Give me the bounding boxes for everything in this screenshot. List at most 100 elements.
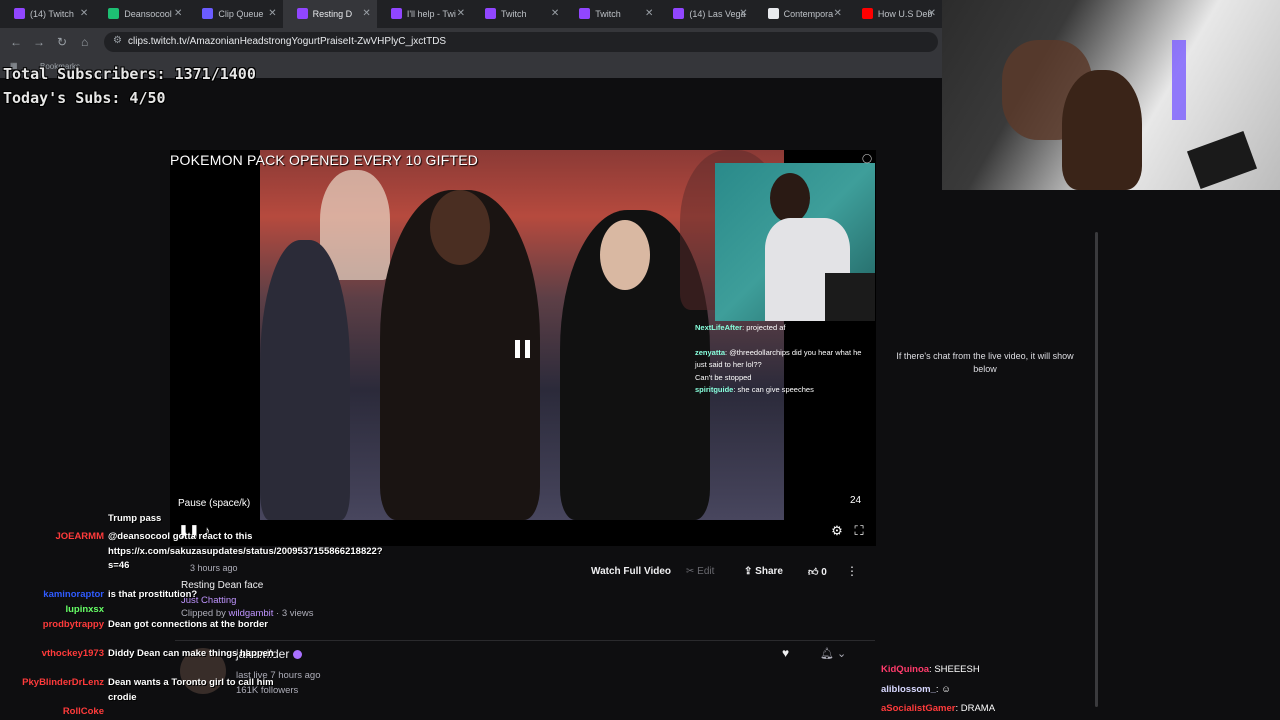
chat-info-message: If there's chat from the live video, it … [896, 351, 1074, 374]
browser-tab[interactable]: (14) Las Vega ✕ [659, 0, 753, 28]
chat-message: DRAMA [960, 703, 996, 714]
tab-favicon-icon [485, 8, 497, 19]
overlay-chat-line: prodbytrappy Dean got connections at the … [0, 618, 280, 633]
close-tab-icon[interactable]: ✕ [80, 8, 88, 19]
tab-label: Clip Queue [218, 9, 264, 19]
browser-tab[interactable]: How U.S Deb ✕ [848, 0, 942, 28]
share-button[interactable]: ⇪ Share [744, 566, 783, 577]
close-tab-icon[interactable]: ✕ [362, 8, 370, 19]
overlay-chat-line: JOEARMM @deansocool gotta react to this h… [0, 530, 382, 571]
browser-tab[interactable]: (14) Twitch ✕ [0, 0, 94, 28]
tab-favicon-icon [296, 8, 308, 19]
tab-favicon-icon [767, 8, 779, 19]
close-tab-icon[interactable]: ✕ [645, 8, 653, 19]
overlay-chat-username: vthockey1973 [41, 648, 104, 659]
tab-favicon-icon [108, 8, 120, 19]
tab-label: Deansocool [124, 9, 172, 19]
edit-button[interactable]: ✂ Edit [686, 566, 714, 577]
browser-tab[interactable]: Deansocool ✕ [94, 0, 188, 28]
overlay-chat-username: RollCoke [62, 706, 104, 717]
more-options-icon[interactable]: ⋮ [846, 564, 858, 578]
close-tab-icon[interactable]: ✕ [928, 8, 936, 19]
thumbs-up-icon: 👍︎ [808, 567, 819, 578]
video-chat-overlay: NextLifeAfter: projected af zenyatta: @t… [695, 323, 862, 394]
tab-favicon-icon [390, 8, 402, 19]
tab-label: (14) Twitch [30, 9, 74, 19]
tab-favicon-icon [579, 8, 591, 19]
browser-tab[interactable]: Twitch ✕ [565, 0, 659, 28]
overlay-chat-message: @deansocool gotta react to this https://… [108, 531, 383, 571]
tab-label: I'll help - Twi [406, 9, 456, 19]
close-tab-icon[interactable]: ✕ [739, 8, 747, 19]
chat-username[interactable]: KidQuinoa [881, 664, 929, 675]
tab-label: Contempora [783, 9, 834, 19]
chat-scrollbar[interactable] [1095, 232, 1098, 707]
notifications-bell-icon[interactable]: 🔔︎ ⌄ [820, 647, 846, 660]
tab-label: Twitch [595, 9, 621, 19]
streamer-webcam [942, 0, 1280, 190]
chat-username[interactable]: aliblossom_ [881, 684, 936, 695]
pokemon-banner: POKEMON PACK OPENED EVERY 10 GIFTED [170, 152, 479, 168]
follow-heart-icon[interactable]: ♥ [782, 646, 789, 660]
emote-icon: ☺ [941, 684, 951, 695]
url-text: clips.twitch.tv/AmazonianHeadstrongYogur… [128, 36, 447, 47]
share-label: Share [755, 566, 783, 577]
tab-label: Resting D [312, 9, 353, 19]
scissors-icon: ✂ [686, 566, 695, 577]
streamer-webcam-inset [715, 163, 875, 321]
overlay-chat-username: lupinxsx [65, 604, 104, 615]
like-count: 0 [821, 567, 827, 578]
streamer-figure [1062, 70, 1142, 190]
browser-tab[interactable]: Resting D ✕ [282, 0, 377, 28]
video-counter: 24 [850, 495, 862, 506]
chat-message: SHEEESH [934, 664, 980, 675]
tab-label: How U.S Deb [877, 9, 933, 19]
overlay-chat-username: kaminoraptor [43, 589, 104, 600]
overlay-chat-username: JOEARMM [55, 531, 104, 542]
browser-tab[interactable]: Twitch ✕ [471, 0, 565, 28]
browser-tab[interactable]: I'll help - Twi ✕ [377, 0, 471, 28]
pause-tooltip: Pause (space/k) [178, 498, 251, 509]
fullscreen-icon[interactable]: ⛶ [852, 524, 866, 538]
verified-badge-icon [293, 650, 303, 660]
overlay-chat-username: prodbytrappy [42, 619, 104, 630]
tab-favicon-icon [14, 8, 25, 19]
overlay-chat-message: is that prostitution? [108, 589, 198, 600]
info-icon[interactable]: ◯ [862, 153, 872, 164]
home-icon[interactable]: ⌂ [81, 35, 88, 49]
pause-icon[interactable] [515, 340, 531, 358]
overlay-chat-message: Dean got connections at the border [108, 619, 268, 630]
divider [175, 640, 875, 641]
close-tab-icon[interactable]: ✕ [833, 8, 841, 19]
edit-label: Edit [697, 566, 715, 577]
tab-label: Twitch [501, 9, 527, 19]
share-icon: ⇪ [744, 566, 753, 577]
watch-full-video-button[interactable]: Watch Full Video [583, 561, 679, 583]
back-icon[interactable]: ← [10, 35, 22, 49]
browser-tab[interactable]: Contempora ✕ [754, 0, 848, 28]
overlay-chat-line: RollCoke [0, 705, 280, 720]
right-chat-line: aSocialistGamer: DRAMA [881, 703, 996, 714]
right-chat-line: aliblossom_: ☺ [881, 684, 951, 695]
like-button[interactable]: 👍︎ 0 [808, 566, 827, 578]
browser-tab[interactable]: Clip Queue ✕ [188, 0, 282, 28]
close-tab-icon[interactable]: ✕ [551, 8, 559, 19]
video-player[interactable]: NextLifeAfter: projected af zenyatta: @t… [170, 150, 876, 546]
overlay-chat-message: Diddy Dean can make things happen [108, 648, 274, 659]
close-tab-icon[interactable]: ✕ [174, 8, 182, 19]
today-subs: Today's Subs: 4/50 [3, 89, 166, 107]
overlay-chat-message: Trump pass [108, 513, 162, 524]
settings-gear-icon[interactable]: ⚙ [830, 524, 844, 538]
overlay-chat-line: lupinxsx [0, 603, 280, 618]
reload-icon[interactable]: ↻ [57, 35, 67, 49]
forward-icon[interactable]: → [33, 35, 45, 49]
overlay-chat-username: PkyBlinderDrLenz [22, 677, 104, 688]
address-bar: ← → ↻ ⌂ ⚙ clips.twitch.tv/AmazonianHeads… [0, 28, 942, 56]
close-tab-icon[interactable]: ✕ [457, 8, 465, 19]
chat-username[interactable]: aSocialistGamer [881, 703, 955, 714]
url-input[interactable]: ⚙ clips.twitch.tv/AmazonianHeadstrongYog… [104, 32, 938, 52]
site-info-icon[interactable]: ⚙ [113, 35, 122, 46]
overlay-chat-message: Dean wants a Toronto girl to call him cr… [108, 677, 274, 703]
close-tab-icon[interactable]: ✕ [268, 8, 276, 19]
overlay-chat-line: kaminoraptor is that prostitution? [0, 588, 280, 603]
